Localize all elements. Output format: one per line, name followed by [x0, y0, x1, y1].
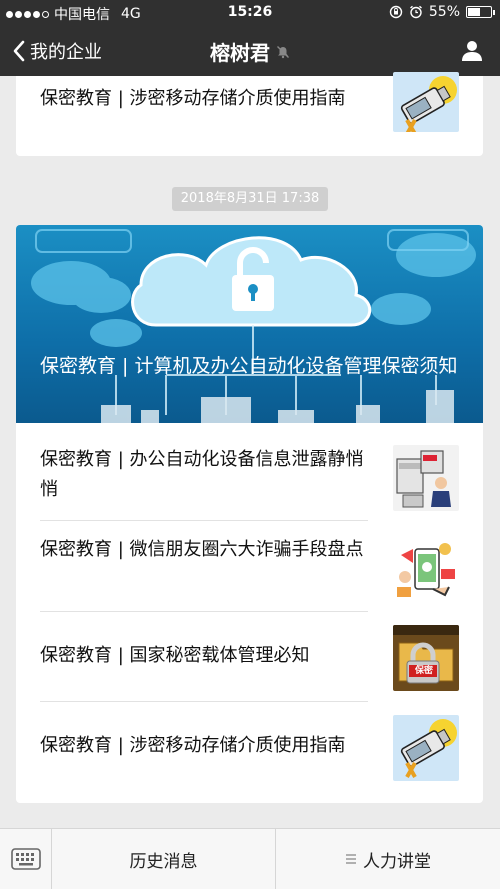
usb-drive-icon [393, 72, 459, 132]
status-right: 55% [389, 4, 495, 20]
article-title[interactable]: 保密教育 | 涉密移动存储介质使用指南 [40, 84, 370, 114]
article-card-group: 保密教育 | 计算机及办公自动化设备管理保密须知 保密教育 | 办公自动化设备信… [16, 225, 483, 803]
usb-drive-thumbnail [393, 72, 459, 132]
history-messages-button[interactable]: 历史消息 [52, 829, 276, 889]
article-title[interactable]: 保密教育 | 涉密移动存储介质使用指南 [40, 731, 370, 761]
secret-carrier-thumbnail: 保密 [393, 625, 459, 691]
hr-lecture-button[interactable]: 人力讲堂 [276, 829, 500, 889]
keyboard-toggle-button[interactable] [0, 829, 52, 889]
article-title[interactable]: 保密教育 | 国家秘密载体管理必知 [40, 641, 370, 671]
hero-article-title[interactable]: 保密教育 | 计算机及办公自动化设备管理保密须知 [40, 353, 460, 379]
bottom-menu-bar: 历史消息 人力讲堂 [0, 828, 500, 889]
usb-drive-icon [393, 715, 459, 781]
keyboard-icon [10, 848, 41, 870]
article-title[interactable]: 保密教育 | 办公自动化设备信息泄露静悄悄 [40, 445, 370, 505]
item-divider [40, 611, 368, 612]
alarm-icon [409, 5, 422, 19]
phone-fraud-icon [393, 535, 459, 601]
item-divider [40, 520, 368, 521]
hero-article[interactable]: 保密教育 | 计算机及办公自动化设备管理保密须知 [16, 225, 483, 423]
navigation-bar: 我的企业 榕树君 [0, 24, 500, 76]
rotation-lock-icon [389, 5, 403, 19]
mute-icon [277, 45, 289, 58]
page-title: 榕树君 [210, 41, 270, 65]
battery-icon [466, 6, 495, 18]
article-title[interactable]: 保密教育 | 微信朋友圈六大诈骗手段盘点 [40, 535, 370, 565]
person-icon [462, 41, 482, 61]
history-messages-label: 历史消息 [129, 851, 198, 872]
thumb-stamp-text: 保密 [414, 666, 433, 676]
printer-leak-thumbnail [393, 445, 459, 511]
profile-button[interactable] [460, 38, 484, 66]
item-divider [40, 701, 368, 702]
usb-drive-thumbnail [393, 715, 459, 781]
page-title-wrap: 榕树君 [0, 37, 500, 66]
hr-lecture-label: 人力讲堂 [363, 851, 431, 872]
folder-lock-icon [393, 625, 459, 691]
battery-fill [468, 8, 481, 16]
battery-percent: 55% [428, 4, 460, 20]
phone-fraud-thumbnail [393, 535, 459, 601]
menu-icon [346, 854, 356, 864]
status-bar: 中国电信 4G 15:26 55% [0, 0, 500, 24]
cloud-security-illustration [31, 229, 476, 423]
message-timestamp: 2018年8月31日 17:38 [172, 187, 328, 211]
article-card-previous[interactable]: 保密教育 | 涉密移动存储介质使用指南 [16, 72, 483, 156]
printer-icon [393, 445, 459, 511]
